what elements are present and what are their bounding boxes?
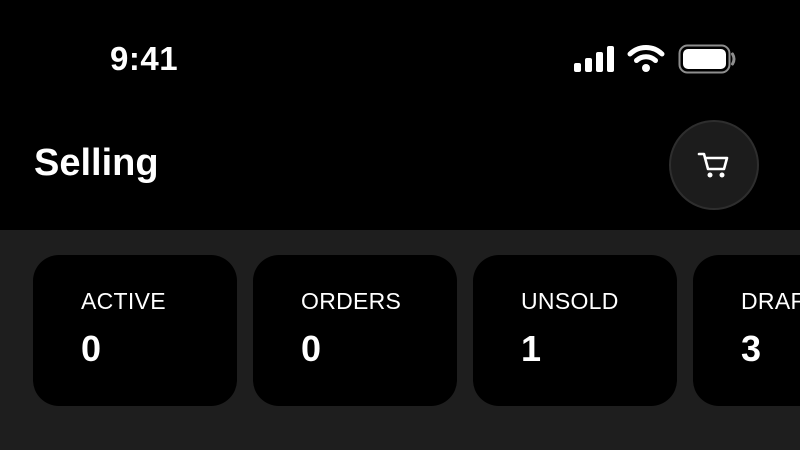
stats-row: ACTIVE 0 ORDERS 0 UNSOLD 1 DRAFTS 3 [0,230,800,450]
stat-value: 0 [301,328,322,369]
stat-card-unsold[interactable]: UNSOLD 1 [473,255,677,406]
stat-value: 1 [521,328,542,369]
stat-card-drafts[interactable]: DRAFTS 3 [693,255,800,406]
shopping-cart-icon [697,152,729,178]
header: Selling [0,110,800,230]
cellular-signal-icon [574,46,614,72]
wifi-icon [627,45,665,72]
stat-card-active[interactable]: ACTIVE 0 [33,255,237,406]
stat-label: ACTIVE [81,288,166,314]
page-title: Selling [34,142,159,184]
stat-label: DRAFTS [741,288,800,314]
stat-label: UNSOLD [521,288,619,314]
stat-label: ORDERS [301,288,402,314]
battery-icon [678,44,736,74]
status-time: 9:41 [110,40,179,77]
stat-value: 0 [81,328,102,369]
cart-button[interactable] [669,120,759,210]
stat-value: 3 [741,328,762,369]
status-bar: 9:41 [0,0,800,110]
selling-screen: 9:41 Selling ACTIVE 0 ORDERS 0 UNSOLD 1 … [0,0,800,450]
stat-card-orders[interactable]: ORDERS 0 [253,255,457,406]
